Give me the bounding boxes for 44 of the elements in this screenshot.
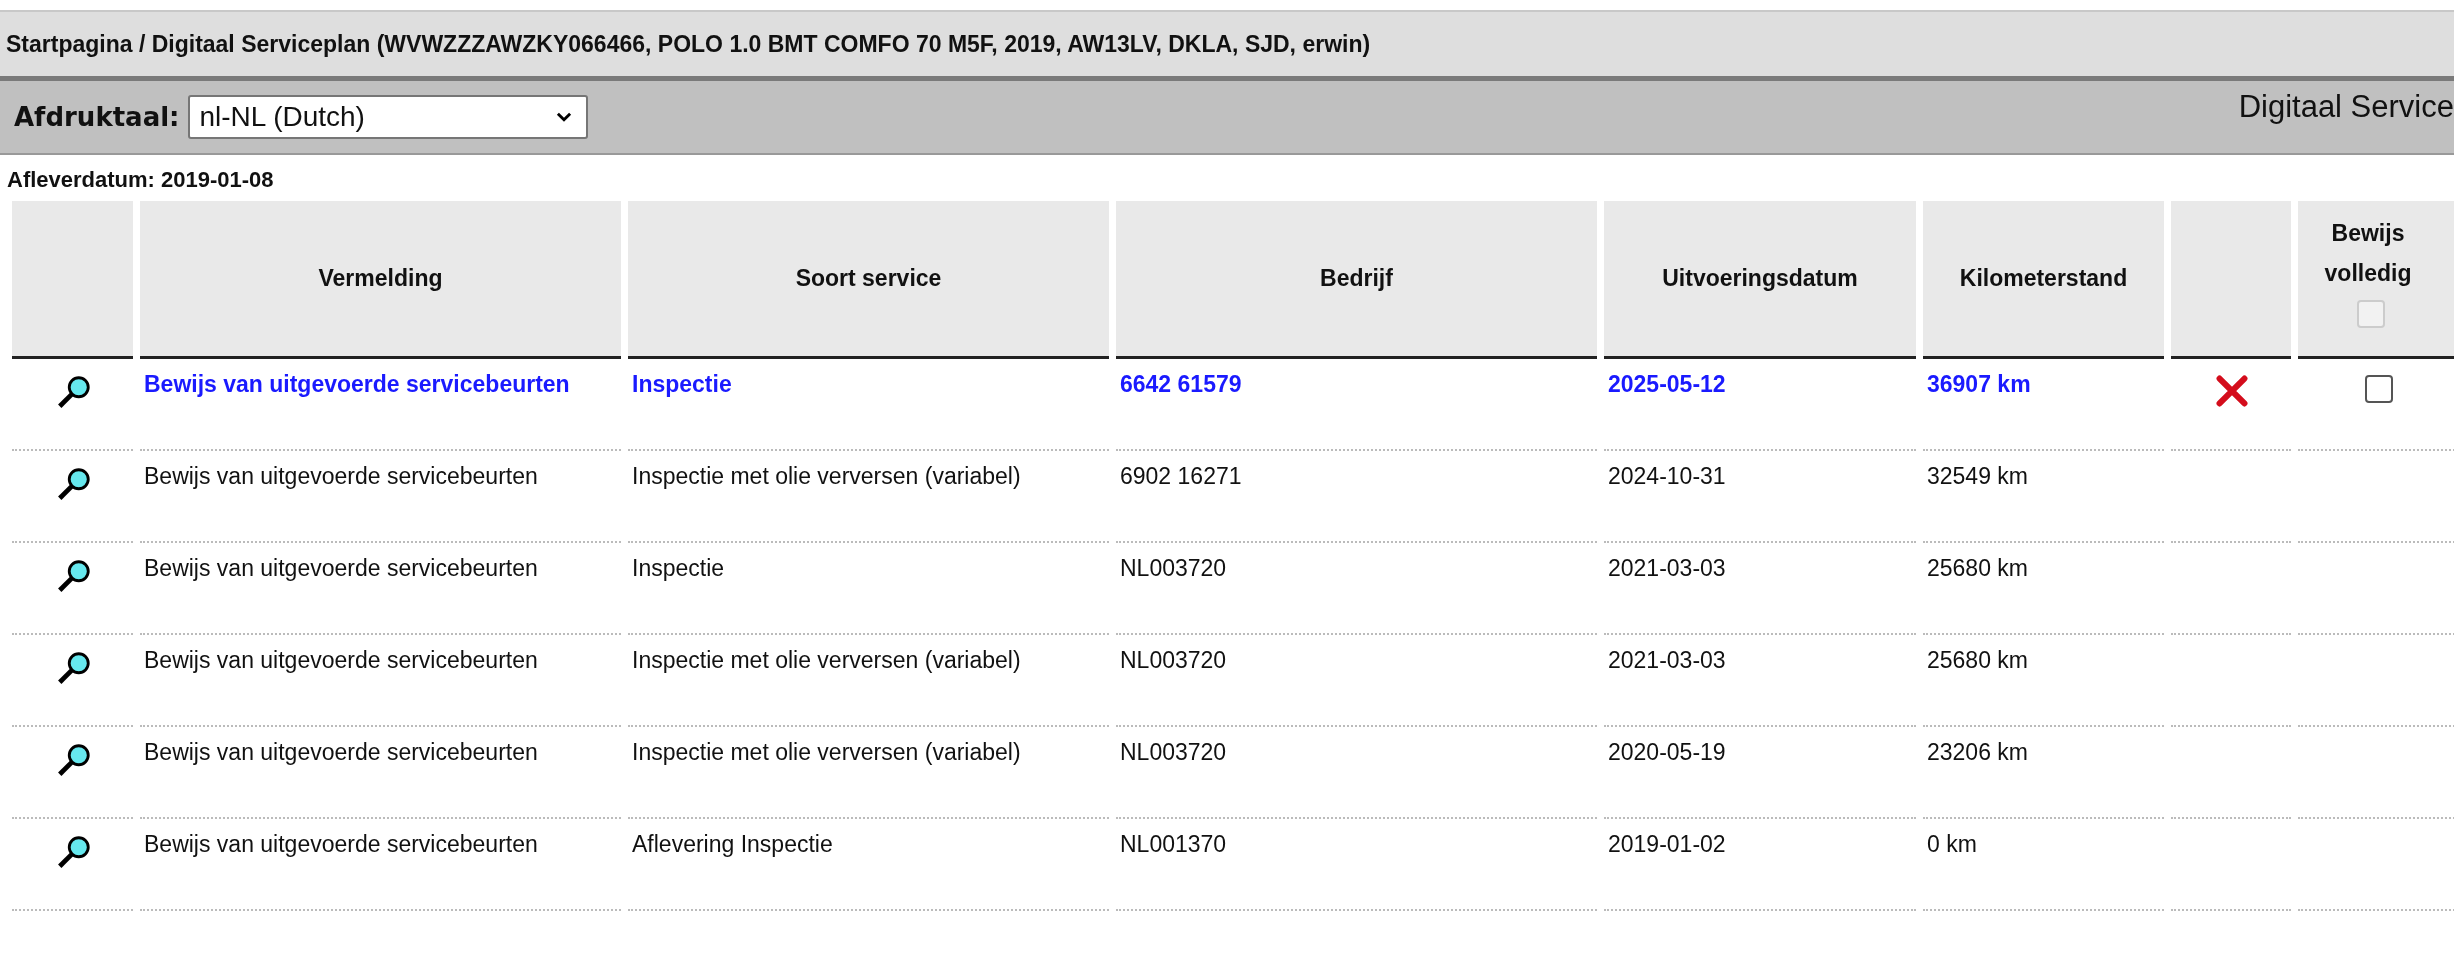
table-cell: Inspectie met olie verversen (variabel) bbox=[628, 451, 1109, 543]
table-cell: 25680 km bbox=[1923, 635, 2164, 727]
delivery-date: Afleverdatum: 2019-01-08 bbox=[6, 166, 275, 194]
column-header[interactable]: Vermelding bbox=[140, 201, 621, 359]
table-cell: NL003720 bbox=[1116, 543, 1597, 635]
table-link[interactable]: 6642 61579 bbox=[1116, 359, 1597, 451]
table-cell: NL003720 bbox=[1116, 635, 1597, 727]
table-link[interactable]: 36907 km bbox=[1923, 359, 2164, 451]
table-link[interactable]: 2025-05-12 bbox=[1604, 359, 1916, 451]
page-title: Digitaal Service bbox=[2238, 89, 2454, 125]
table-cell: Inspectie met olie verversen (variabel) bbox=[628, 727, 1109, 819]
table-cell: 6902 16271 bbox=[1116, 451, 1597, 543]
table-cell: Bewijs van uitgevoerde servicebeurten bbox=[140, 635, 621, 727]
table-cell: Bewijs van uitgevoerde servicebeurten bbox=[140, 543, 621, 635]
column-header[interactable]: Kilometerstand bbox=[1923, 201, 2164, 359]
table-cell: Bewijs van uitgevoerde servicebeurten bbox=[140, 451, 621, 543]
column-header[interactable]: Bedrijf bbox=[1116, 201, 1597, 359]
table-cell: NL001370 bbox=[1116, 819, 1597, 911]
table-cell: NL003720 bbox=[1116, 727, 1597, 819]
table-cell: Bewijs van uitgevoerde servicebeurten bbox=[140, 727, 621, 819]
table-cell: Bewijs van uitgevoerde servicebeurten bbox=[140, 819, 621, 911]
table-cell: 0 km bbox=[1923, 819, 2164, 911]
table-link[interactable]: Inspectie bbox=[628, 359, 1109, 451]
table-cell: 2021-03-03 bbox=[1604, 635, 1916, 727]
table-cell: 2024-10-31 bbox=[1604, 451, 1916, 543]
chevron-down-icon bbox=[555, 112, 572, 122]
table-cell: 2021-03-03 bbox=[1604, 543, 1916, 635]
proof-header-label: Bewijs volledig bbox=[2323, 219, 2413, 289]
table-cell: 23206 km bbox=[1923, 727, 2164, 819]
language-label: Afdruktaal: bbox=[14, 102, 180, 132]
table-cell: 25680 km bbox=[1923, 543, 2164, 635]
table-cell: Inspectie met olie verversen (variabel) bbox=[628, 635, 1109, 727]
proof-checkbox[interactable] bbox=[2365, 375, 2393, 403]
table-cell: 2019-01-02 bbox=[1604, 819, 1916, 911]
column-header[interactable]: Uitvoeringsdatum bbox=[1604, 201, 1916, 359]
delete-icon[interactable] bbox=[2214, 375, 2250, 407]
language-dropdown[interactable]: nl-NL (Dutch) bbox=[187, 95, 588, 139]
column-header[interactable]: Soort service bbox=[628, 201, 1109, 359]
breadcrumb: Startpagina / Digitaal Serviceplan (WVWZZZAWZKY066466, POLO 1.0 BMT COMFO 70 M5F, 2019, AW13LV, DKLA, SJD, erwin) bbox=[6, 30, 1371, 58]
table-link[interactable]: Bewijs van uitgevoerde servicebeurten bbox=[140, 359, 621, 451]
table-cell: Aflevering Inspectie bbox=[628, 819, 1109, 911]
table-cell: Inspectie bbox=[628, 543, 1109, 635]
table-cell: 2020-05-19 bbox=[1604, 727, 1916, 819]
table-cell: 32549 km bbox=[1923, 451, 2164, 543]
